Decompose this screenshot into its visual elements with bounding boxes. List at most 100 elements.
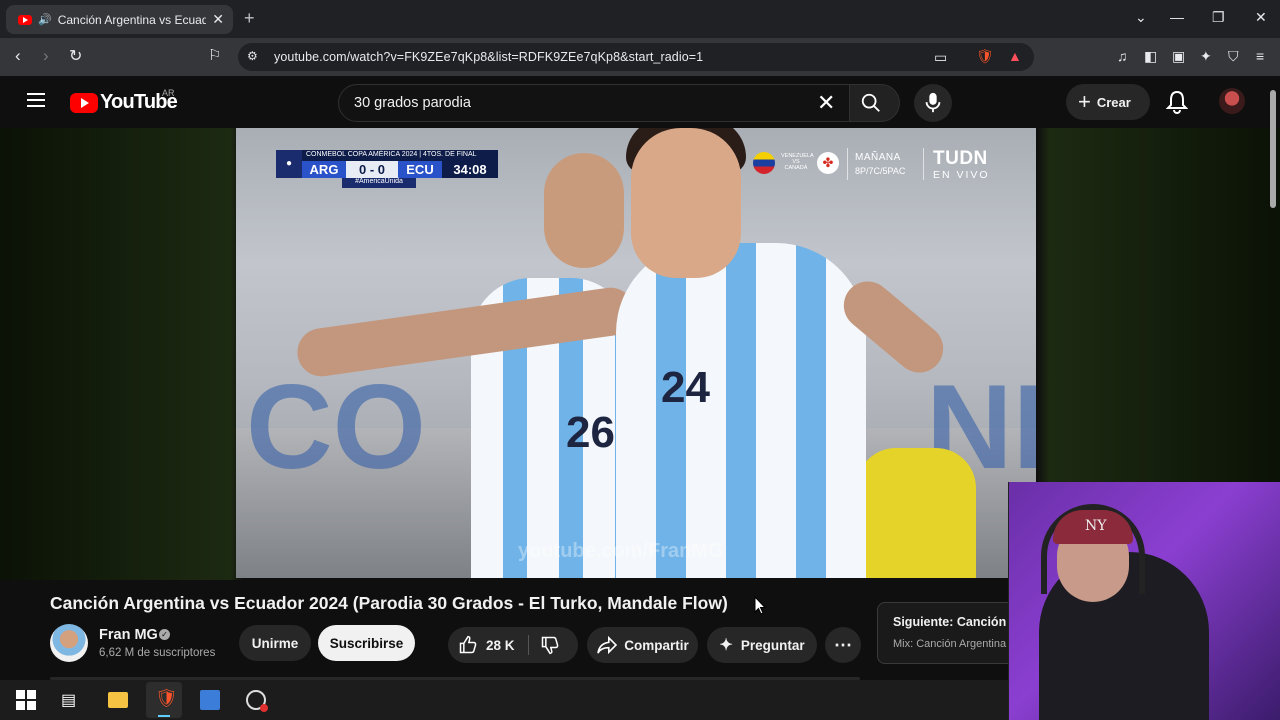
- tudn-logo: TUDN: [933, 148, 988, 169]
- match-clock: 34:08: [442, 161, 498, 178]
- scoreboard-overlay: ● CONMEBOL COPA AMÉRICA 2024 | 4TOS. DE …: [276, 150, 500, 188]
- share-label: Compartir: [624, 637, 689, 653]
- like-button[interactable]: 28 K: [458, 635, 515, 655]
- score: 0 - 0: [346, 161, 398, 178]
- search-query: 30 grados parodia: [354, 95, 471, 111]
- create-button[interactable]: + Crear: [1066, 84, 1150, 120]
- active-indicator: [158, 715, 170, 717]
- hashtag: #AmericaUnida: [342, 178, 416, 188]
- cast-icon[interactable]: ▭: [934, 49, 947, 66]
- streamer-cap: NY: [1053, 510, 1133, 544]
- canada-flag-icon: ✤: [817, 152, 839, 174]
- like-count: 28 K: [486, 637, 515, 653]
- thumbs-up-icon: [459, 635, 477, 654]
- brave-rewards-icon[interactable]: ▲: [1008, 48, 1022, 64]
- channel-name[interactable]: Fran MG: [99, 627, 158, 643]
- venezuela-flag-icon: [753, 152, 775, 174]
- address-bar-row: ‹ › ↻ ⚐ ⚙ youtube.com/watch?v=FK9ZEe7qKp…: [0, 38, 1280, 76]
- reload-icon[interactable]: ↻: [69, 46, 82, 66]
- more-icon: ⋯: [834, 634, 852, 655]
- player-figure: [631, 128, 741, 278]
- browser-tab[interactable]: 🔊 Canción Argentina vs Ecuador 2024 (Par…: [6, 5, 233, 34]
- hamburger-menu-icon[interactable]: [27, 93, 45, 107]
- calculator-icon[interactable]: [200, 690, 220, 710]
- more-actions-button[interactable]: ⋯: [825, 627, 861, 663]
- join-label: Unirme: [251, 635, 299, 651]
- background-lettering: CO: [246, 360, 426, 494]
- site-settings-icon[interactable]: ⚙: [247, 49, 258, 63]
- subscribe-button[interactable]: Suscribirse: [318, 625, 415, 661]
- obs-icon[interactable]: [246, 690, 268, 712]
- webcam-overlay: NY: [1008, 482, 1280, 720]
- clear-search-icon[interactable]: ✕: [817, 90, 835, 116]
- tab-close-icon[interactable]: ✕: [212, 11, 224, 28]
- channel-watermark: youtube.com/FranMG: [518, 540, 724, 562]
- brave-shields-icon[interactable]: 🛡: [976, 48, 994, 65]
- youtube-header: YouTube AR 30 grados parodia ✕ + Crear: [0, 76, 1280, 128]
- browser-menu-icon[interactable]: ≡: [1256, 48, 1264, 64]
- page-scrollbar[interactable]: [1270, 90, 1276, 208]
- ask-label: Preguntar: [740, 637, 805, 653]
- brave-taskbar-button[interactable]: 🛡: [146, 682, 182, 718]
- copa-america-logo: ●: [276, 150, 302, 178]
- leo-ai-icon[interactable]: ✦: [1200, 48, 1212, 65]
- join-button[interactable]: Unirme: [239, 625, 311, 661]
- share-icon: [597, 636, 618, 654]
- channel-avatar[interactable]: [50, 624, 88, 662]
- url-text: youtube.com/watch?v=FK9ZEe7qKp8&list=RDF…: [274, 50, 704, 64]
- notifications-bell-icon[interactable]: [1166, 90, 1188, 114]
- file-explorer-icon[interactable]: [108, 692, 128, 708]
- speaker-icon[interactable]: 🔊: [38, 13, 52, 26]
- restore-icon[interactable]: ❐: [1212, 9, 1225, 26]
- url-field[interactable]: ⚙ youtube.com/watch?v=FK9ZEe7qKp8&list=R…: [238, 43, 1034, 71]
- windows-taskbar: ▤ 🛡: [0, 680, 1008, 720]
- new-tab-icon[interactable]: +: [244, 8, 255, 29]
- thumbs-down-icon[interactable]: [540, 635, 560, 655]
- verified-check-icon: ✓: [159, 629, 170, 640]
- vpn-icon[interactable]: ⛉: [1228, 48, 1239, 65]
- tudn-promo-overlay: VENEZUELA VS CANADÁ ✤ MAÑANA 8P/7C/5PAC …: [751, 148, 1001, 184]
- like-dislike-group: 28 K: [448, 627, 578, 663]
- home-team: ARG: [302, 161, 346, 178]
- jersey-number: 24: [661, 363, 710, 412]
- youtube-logo[interactable]: YouTube AR: [70, 88, 178, 114]
- minimize-icon[interactable]: —: [1170, 9, 1184, 25]
- live-label: EN VIVO: [933, 169, 990, 181]
- chevron-down-icon[interactable]: ⌄: [1135, 9, 1147, 26]
- promo-team-2: CANADÁ: [784, 165, 808, 171]
- away-team: ECU: [398, 161, 442, 178]
- close-window-icon[interactable]: ✕: [1255, 9, 1267, 26]
- share-button[interactable]: Compartir: [587, 627, 698, 663]
- music-icon[interactable]: ♫: [1117, 48, 1128, 64]
- task-view-icon[interactable]: ▤: [61, 690, 81, 710]
- jersey-number: 26: [566, 408, 615, 457]
- promo-when: MAÑANA: [855, 152, 901, 163]
- search-button[interactable]: [850, 84, 900, 122]
- video-player[interactable]: CO NE 24 26 ● CONMEBOL COPA AMÉRICA 2024…: [236, 128, 1036, 578]
- windows-start-icon[interactable]: [16, 690, 36, 710]
- sidebar-icon[interactable]: ◧: [1144, 48, 1157, 65]
- sparkle-icon: ✦: [719, 637, 733, 654]
- user-avatar[interactable]: [1219, 88, 1245, 114]
- promo-divider: [923, 148, 924, 180]
- plus-icon: +: [1078, 89, 1091, 114]
- up-next-mix: Mix: Canción Argentina vs Ecuador 2024: [893, 638, 1016, 650]
- video-title: Canción Argentina vs Ecuador 2024 (Parod…: [50, 593, 728, 613]
- wallet-icon[interactable]: ▣: [1172, 48, 1185, 65]
- up-next-title: Siguiente: Canción Argentina vs Ecuador …: [893, 615, 1016, 629]
- mouse-cursor-icon: [754, 596, 766, 615]
- player-figure: [616, 243, 866, 578]
- brave-icon: 🛡: [155, 688, 178, 708]
- bookmark-icon[interactable]: ⚐: [208, 46, 221, 64]
- back-icon[interactable]: ‹: [15, 46, 21, 66]
- ask-button[interactable]: ✦ Preguntar: [707, 627, 817, 663]
- promo-time: 8P/7C/5PAC: [855, 166, 906, 176]
- score-row: ARG 0 - 0 ECU 34:08: [302, 161, 498, 178]
- up-next-card[interactable]: Siguiente: Canción Argentina vs Ecuador …: [877, 602, 1017, 664]
- search-input[interactable]: 30 grados parodia ✕: [338, 84, 850, 122]
- competition-label: CONMEBOL COPA AMÉRICA 2024 | 4TOS. DE FI…: [302, 150, 498, 161]
- voice-search-button[interactable]: [914, 84, 952, 122]
- forward-icon[interactable]: ›: [43, 46, 49, 66]
- microphone-icon: [925, 92, 941, 113]
- youtube-favicon-icon: [18, 14, 32, 25]
